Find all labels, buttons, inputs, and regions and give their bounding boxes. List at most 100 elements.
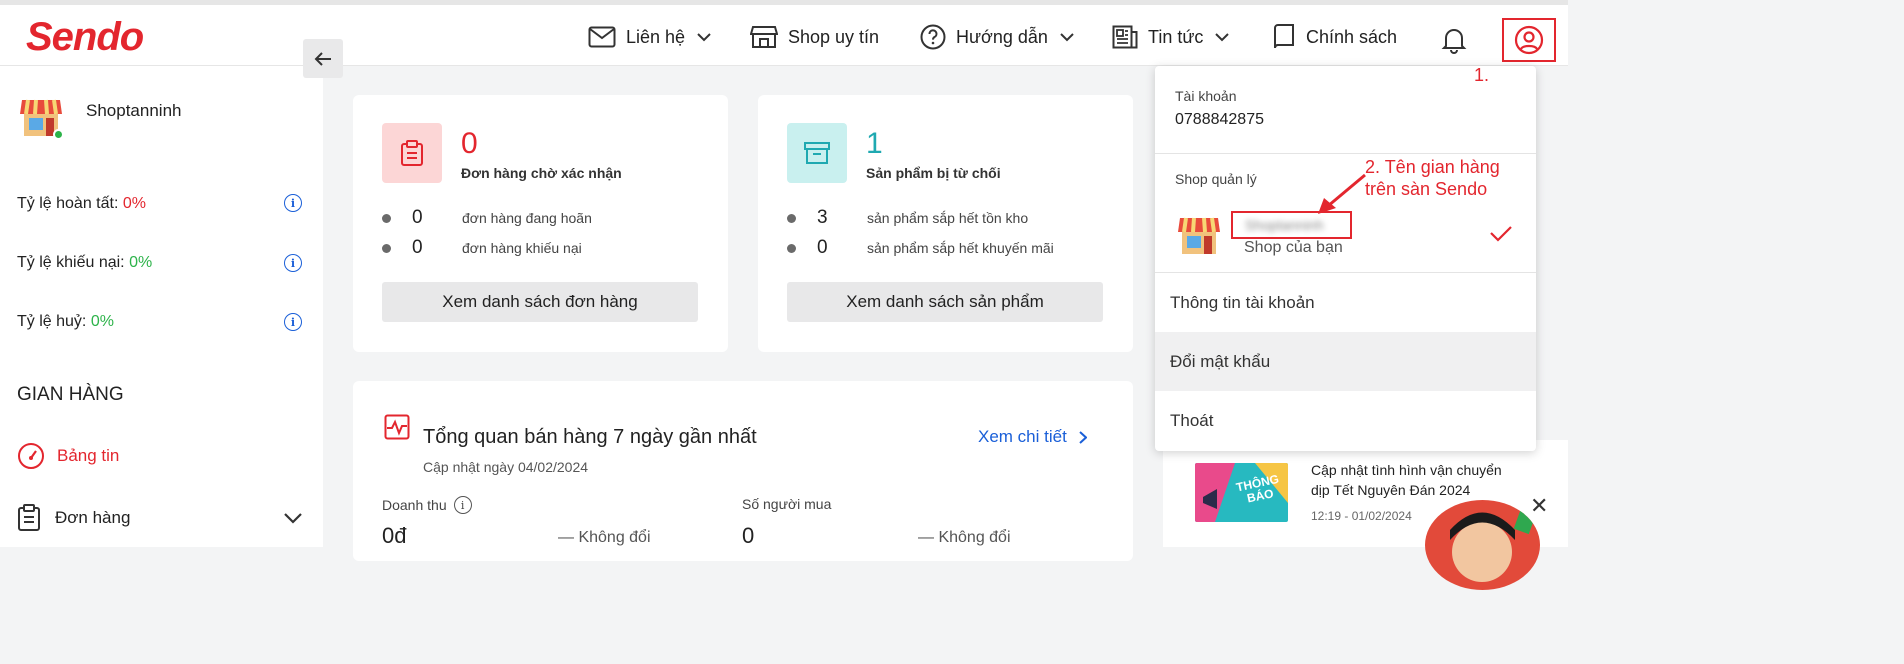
- list-item: 3 sản phẩm sắp hết tồn kho: [787, 207, 1028, 229]
- menu-don-hang[interactable]: Đơn hàng: [17, 504, 302, 532]
- newspaper-icon: [1112, 25, 1138, 49]
- annotation-1: 1.: [1474, 65, 1490, 85]
- chevron-right-icon: [1079, 430, 1087, 444]
- rate-cancel: Tỷ lệ huỷ: 0%: [17, 313, 114, 331]
- mascot-icon: [1450, 507, 1537, 582]
- shop-avatar-icon: [1178, 217, 1220, 254]
- rate-label: Tỷ lệ khiếu nại:: [17, 254, 125, 271]
- product-icon-box: [787, 123, 847, 183]
- section-title: GIAN HÀNG: [17, 384, 124, 405]
- menu-label: Đơn hàng: [55, 508, 131, 527]
- sendo-logo[interactable]: Sendo: [26, 15, 144, 60]
- view-details-link[interactable]: Xem chi tiết: [978, 427, 1087, 447]
- orders-label: Đơn hàng chờ xác nhận: [461, 165, 622, 181]
- bullet: [382, 243, 391, 253]
- info-icon[interactable]: i: [284, 194, 302, 212]
- arrow-left-icon: [314, 51, 331, 66]
- account-button[interactable]: [1502, 18, 1556, 62]
- rate-value: 0%: [129, 254, 153, 271]
- list-item: 0 sản phẩm sắp hết khuyến mãi: [787, 237, 1054, 259]
- menu-logout[interactable]: Thoát: [1155, 391, 1536, 450]
- shop-name: Shoptanninh: [86, 101, 182, 120]
- menu-change-password[interactable]: Đổi mật khẩu: [1155, 332, 1536, 391]
- chevron-down-icon: [1215, 32, 1230, 41]
- list-item: 0 đơn hàng khiếu nại: [382, 237, 582, 259]
- nav-label: Liên hệ: [626, 26, 686, 47]
- archive-box-icon: [804, 142, 830, 164]
- list-item: 0 đơn hàng đang hoãn: [382, 207, 592, 229]
- mail-icon: [588, 26, 616, 48]
- account-label: Tài khoản: [1175, 88, 1237, 104]
- nav-shop-uy-tin[interactable]: Shop uy tín: [750, 22, 879, 52]
- row-text: đơn hàng đang hoãn: [462, 210, 592, 226]
- sidebar: Shoptanninh Tỷ lệ hoàn tất: 0% i Tỷ lệ k…: [0, 66, 323, 547]
- menu-label: Bảng tin: [57, 446, 120, 465]
- news-thumbnail[interactable]: THÔNG BÁO: [1195, 463, 1288, 522]
- rate-complaint: Tỷ lệ khiếu nại: 0%: [17, 254, 152, 272]
- mascot-avatar[interactable]: [1425, 500, 1540, 590]
- metric-revenue-value: 0đ: [382, 523, 407, 548]
- orders-card: 0 Đơn hàng chờ xác nhận 0 đơn hàng đang …: [353, 95, 728, 352]
- metric-buyers-label: Số người mua: [742, 496, 831, 512]
- book-icon: [1274, 24, 1294, 49]
- annotation-2: 2. Tên gian hàng trên sàn Sendo: [1365, 156, 1500, 200]
- metric-buyers-value: 0: [742, 523, 755, 548]
- chevron-down-icon: [697, 32, 711, 41]
- metric-revenue-change: — Không đổi: [558, 529, 651, 546]
- info-icon[interactable]: i: [453, 496, 472, 514]
- row-text: sản phẩm sắp hết khuyến mãi: [867, 240, 1054, 256]
- news-time: 12:19 - 01/02/2024: [1311, 509, 1412, 523]
- link-label: Xem chi tiết: [978, 427, 1067, 446]
- bullet: [382, 213, 391, 223]
- check-icon: [1490, 226, 1512, 242]
- chevron-down-icon: [284, 512, 302, 524]
- row-number: 3: [817, 207, 828, 228]
- nav-label: Tin tức: [1148, 26, 1204, 47]
- row-number: 0: [817, 237, 828, 258]
- view-products-button[interactable]: Xem danh sách sản phẩm: [787, 282, 1103, 322]
- chevron-down-icon: [1060, 32, 1074, 41]
- account-phone: 0788842875: [1175, 111, 1264, 128]
- store-icon: [750, 26, 778, 48]
- nav-huong-dan[interactable]: Hướng dẫn: [920, 22, 1074, 52]
- rate-label: Tỷ lệ hoàn tất:: [17, 195, 119, 212]
- info-icon[interactable]: i: [284, 254, 302, 272]
- dashboard-icon: [18, 443, 44, 469]
- annotation-2-line2: trên sàn Sendo: [1365, 179, 1488, 199]
- menu-bang-tin[interactable]: Bảng tin: [17, 442, 119, 470]
- annotation-2-line1: 2. Tên gian hàng: [1365, 157, 1500, 177]
- collapse-sidebar-button[interactable]: [303, 39, 343, 78]
- news-title[interactable]: Cập nhật tình hình vận chuyển dịp Tết Ng…: [1311, 460, 1521, 500]
- row-number: 0: [412, 237, 423, 258]
- menu-account-info[interactable]: Thông tin tài khoản: [1155, 273, 1536, 332]
- products-label: Sản phẩm bị từ chối: [866, 165, 1001, 181]
- products-card: 1 Sản phẩm bị từ chối 3 sản phẩm sắp hết…: [758, 95, 1133, 352]
- rate-value: 0%: [90, 313, 114, 330]
- divider: [1155, 153, 1536, 154]
- rate-value: 0%: [122, 195, 146, 212]
- view-orders-button[interactable]: Xem danh sách đơn hàng: [382, 282, 698, 322]
- nav-chinh-sach[interactable]: Chính sách: [1272, 22, 1397, 52]
- orders-count: 0: [461, 127, 478, 160]
- bullet: [787, 213, 796, 223]
- info-icon[interactable]: i: [284, 313, 302, 331]
- row-text: sản phẩm sắp hết tồn kho: [867, 210, 1029, 226]
- overview-title: Tổng quan bán hàng 7 ngày gần nhất: [423, 426, 757, 448]
- order-icon-box: [382, 123, 442, 183]
- clipboard-icon: [401, 140, 423, 166]
- metric-revenue-label: Doanh thu i: [382, 496, 472, 514]
- rate-label: Tỷ lệ huỷ:: [17, 313, 87, 330]
- chart-pulse-icon: [384, 414, 410, 440]
- nav-lien-he[interactable]: Liên hệ: [588, 22, 711, 52]
- close-icon[interactable]: ✕: [1530, 493, 1548, 519]
- top-header: Sendo Liên hệ Shop uy tín Hướng dẫn Tin …: [0, 0, 1568, 66]
- nav-label: Chính sách: [1306, 26, 1398, 47]
- bell-icon[interactable]: [1440, 26, 1468, 54]
- nav-tin-tuc[interactable]: Tin tức: [1112, 22, 1230, 52]
- shop-subtitle: Shop của bạn: [1244, 239, 1343, 256]
- metric-label-text: Doanh thu: [382, 497, 447, 513]
- sales-overview-card: Tổng quan bán hàng 7 ngày gần nhất Cập n…: [353, 381, 1133, 561]
- online-status-dot: [53, 129, 64, 140]
- bullet: [787, 243, 796, 253]
- rate-complete: Tỷ lệ hoàn tất: 0%: [17, 195, 146, 213]
